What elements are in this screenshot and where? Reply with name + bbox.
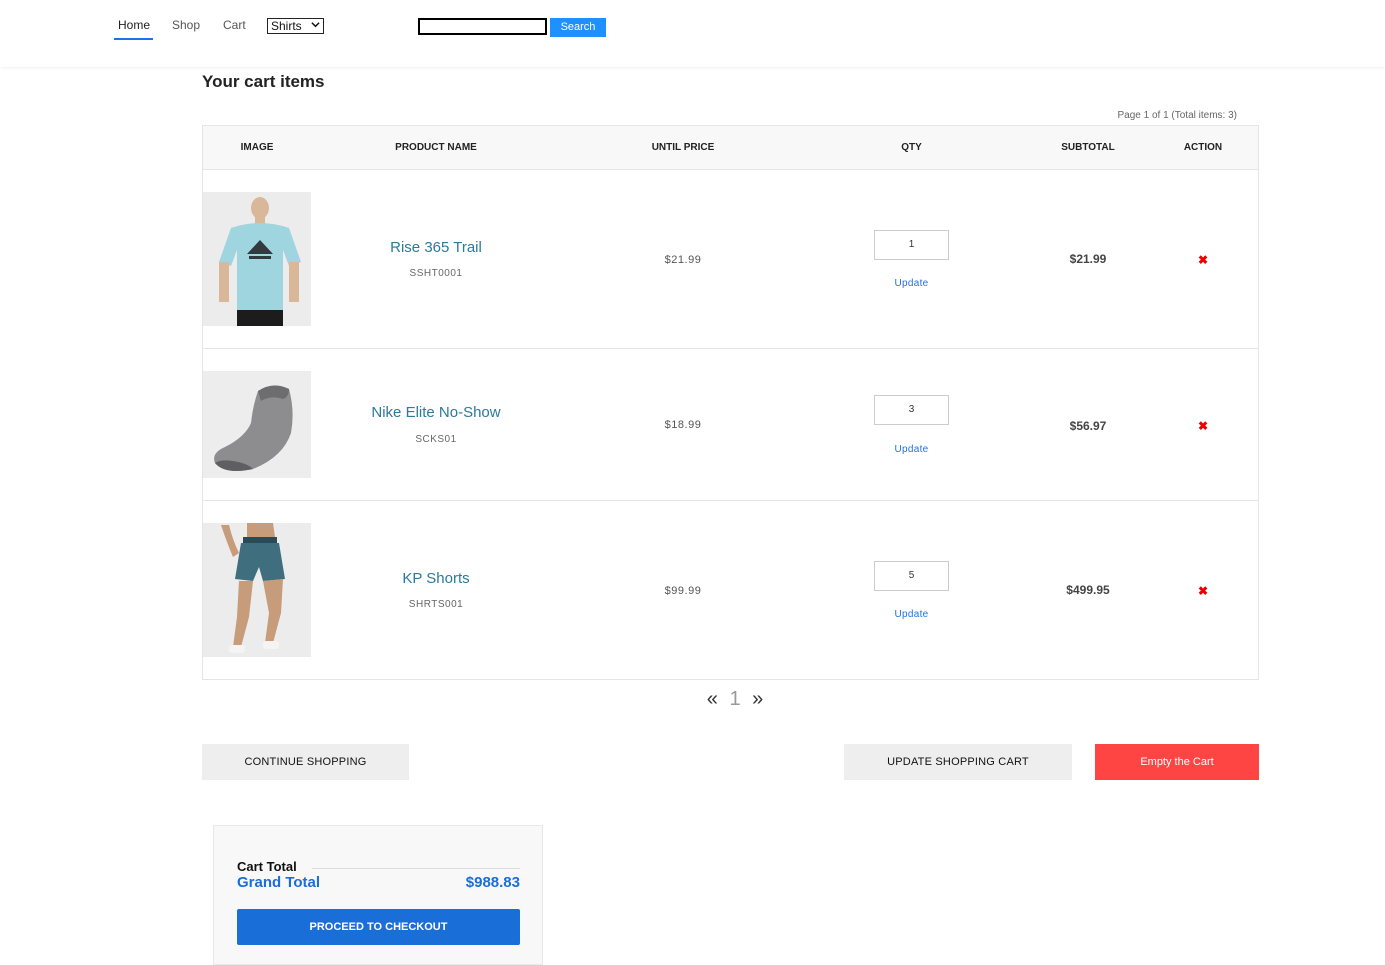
quantity-input[interactable]: 5 <box>874 561 949 591</box>
update-link[interactable]: Update <box>874 444 949 455</box>
remove-item-icon[interactable]: ✖ <box>1193 584 1213 598</box>
table-row: Nike Elite No-Show SCKS01 $18.99 3 Updat… <box>203 349 1258 501</box>
cart-total-label: Cart Total <box>237 859 297 874</box>
grand-total-label: Grand Total <box>237 874 321 891</box>
product-name-link[interactable]: Rise 365 Trail <box>336 239 536 256</box>
pagination-next[interactable]: » <box>752 688 763 710</box>
header-action: ACTION <box>1183 142 1223 153</box>
pagination-page-1[interactable]: 1 <box>729 688 740 710</box>
product-image[interactable] <box>203 523 311 657</box>
product-sku: SSHT0001 <box>409 268 463 279</box>
cart-table: IMAGE PRODUCT NAME UNTIL PRICE QTY SUBTO… <box>202 125 1259 680</box>
row-subtotal: $499.95 <box>1066 583 1110 597</box>
header-product-name: PRODUCT NAME <box>395 142 477 153</box>
page-title: Your cart items <box>202 72 325 91</box>
product-name-link[interactable]: Nike Elite No-Show <box>336 404 536 421</box>
quantity-input[interactable]: 3 <box>874 395 949 425</box>
page-info-text: Page 1 of 1 (Total items: 3) <box>1117 110 1237 121</box>
update-link[interactable]: Update <box>874 278 949 289</box>
cart-total-panel: Cart Total Grand Total $988.83 PROCEED T… <box>213 825 543 965</box>
remove-item-icon[interactable]: ✖ <box>1193 419 1213 433</box>
chevron-down-icon <box>311 20 320 34</box>
quantity-input[interactable]: 1 <box>874 230 949 260</box>
search-button[interactable]: Search <box>550 18 606 37</box>
nav-active-indicator <box>114 38 153 40</box>
row-subtotal: $56.97 <box>1069 419 1107 433</box>
header-unit-price: UNTIL PRICE <box>651 142 715 153</box>
unit-price: $99.99 <box>664 585 702 597</box>
header-qty: QTY <box>901 142 922 153</box>
divider <box>312 868 520 869</box>
empty-cart-button[interactable]: Empty the Cart <box>1095 744 1259 780</box>
continue-shopping-button[interactable]: CONTINUE SHOPPING <box>202 744 409 780</box>
product-sku: SHRTS001 <box>408 599 464 610</box>
category-select-value: Shirts <box>271 19 302 33</box>
grand-total-value: $988.83 <box>465 874 520 891</box>
update-link[interactable]: Update <box>874 609 949 620</box>
nav-cart-link[interactable]: Cart <box>223 18 246 32</box>
header-subtotal: SUBTOTAL <box>1061 142 1115 153</box>
update-cart-button[interactable]: UPDATE SHOPPING CART <box>844 744 1072 780</box>
remove-item-icon[interactable]: ✖ <box>1193 253 1213 267</box>
table-row: KP Shorts SHRTS001 $99.99 5 Update $499.… <box>203 501 1258 679</box>
unit-price: $21.99 <box>664 254 702 266</box>
product-image[interactable] <box>203 371 311 478</box>
nav-home-link[interactable]: Home <box>118 18 150 32</box>
header-image: IMAGE <box>240 142 274 153</box>
table-row: Rise 365 Trail SSHT0001 $21.99 1 Update … <box>203 170 1258 349</box>
row-subtotal: $21.99 <box>1069 252 1107 266</box>
product-sku: SCKS01 <box>415 434 457 445</box>
unit-price: $18.99 <box>664 419 702 431</box>
product-image[interactable] <box>203 192 311 326</box>
search-input[interactable] <box>418 18 547 35</box>
pagination: « 1 » <box>700 688 770 711</box>
category-select[interactable]: Shirts <box>267 18 324 34</box>
pagination-prev[interactable]: « <box>707 688 718 710</box>
proceed-to-checkout-button[interactable]: PROCEED TO CHECKOUT <box>237 909 520 945</box>
nav-shop-link[interactable]: Shop <box>172 18 200 32</box>
table-header: IMAGE PRODUCT NAME UNTIL PRICE QTY SUBTO… <box>203 126 1258 170</box>
top-navbar: Home Shop Cart Shirts Search <box>0 0 1385 67</box>
product-name-link[interactable]: KP Shorts <box>336 570 536 587</box>
